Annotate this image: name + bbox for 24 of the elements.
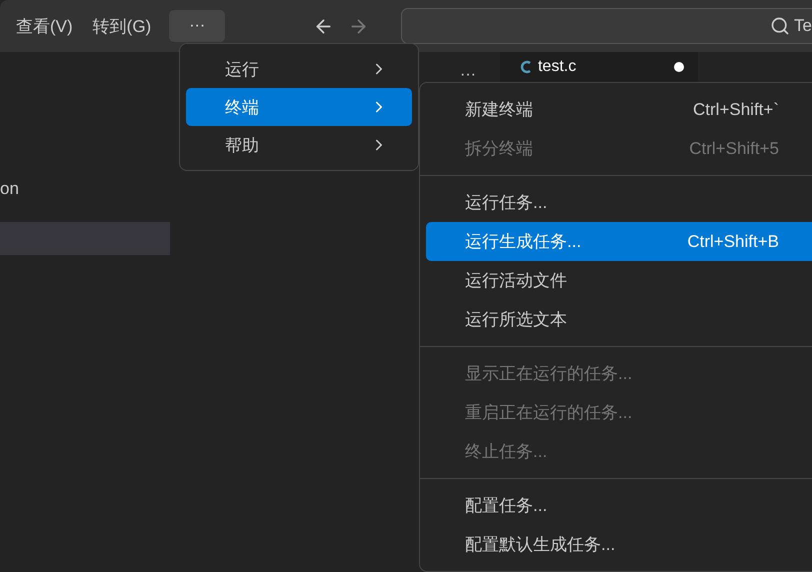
more-button[interactable]: ··· <box>169 10 226 42</box>
menu-item[interactable]: 运行 <box>186 50 412 88</box>
editor-tab[interactable]: test.c <box>500 52 698 82</box>
search-text: Te <box>794 16 812 36</box>
menu-item[interactable]: 新建终端 Ctrl+Shift+` <box>426 90 812 129</box>
shortcut-label: Ctrl+Shift+` <box>693 100 779 120</box>
search-field[interactable]: Te <box>401 8 812 44</box>
menu-item[interactable]: 运行所选文本 <box>426 300 812 339</box>
menu-bar-item[interactable]: 转到(G) <box>82 14 162 38</box>
more-icon[interactable]: ··· <box>419 52 486 84</box>
menu-item[interactable]: 配置默认生成任务... <box>426 525 812 564</box>
tab-label: test.c <box>538 58 576 76</box>
menu-item[interactable]: 运行活动文件 <box>426 261 812 300</box>
shortcut-label: Ctrl+Shift+5 <box>689 138 779 158</box>
explorer-row[interactable]: on <box>0 172 170 205</box>
menu-item[interactable]: 运行生成任务... Ctrl+Shift+B <box>426 222 812 261</box>
menu-item[interactable]: 运行任务... <box>426 183 812 222</box>
menu-item[interactable]: 帮助 <box>186 126 412 164</box>
c-file-icon <box>520 60 532 74</box>
menu-item[interactable]: 配置任务... <box>426 486 812 525</box>
menu-bar-item[interactable]: 查看(V) <box>6 14 83 38</box>
search-icon <box>770 16 790 36</box>
shortcut-label: Ctrl+Shift+B <box>687 232 779 252</box>
menu-item[interactable]: 终端 <box>186 88 412 126</box>
